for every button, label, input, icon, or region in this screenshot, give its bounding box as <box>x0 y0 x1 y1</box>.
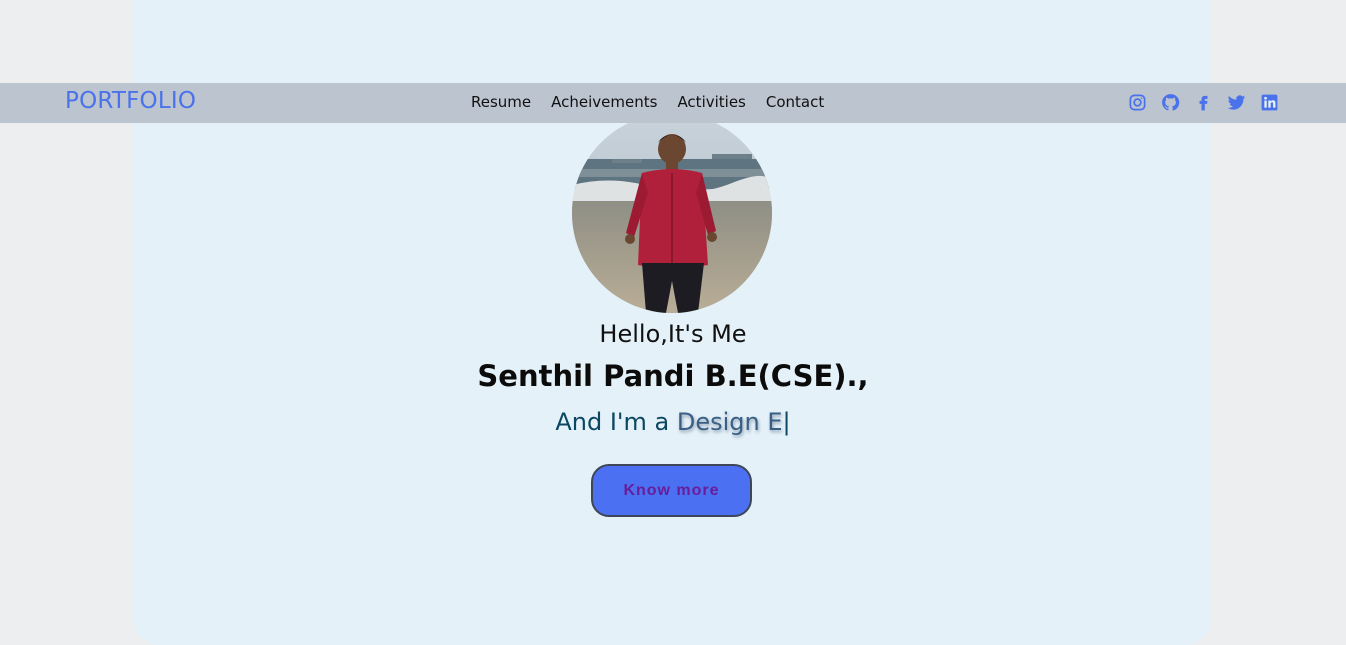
hero-greeting: Hello,It's Me <box>599 320 747 348</box>
nav-links: Resume Acheivements Activities Contact <box>471 93 824 111</box>
social-links <box>1128 93 1279 112</box>
nav-item-resume[interactable]: Resume <box>471 93 531 111</box>
github-icon[interactable] <box>1161 93 1180 112</box>
site-logo[interactable]: PORTFOLIO <box>65 88 196 114</box>
hero-name: Senthil Pandi B.E(CSE)., <box>477 359 869 393</box>
nav-item-acheivements[interactable]: Acheivements <box>551 93 657 111</box>
typing-cursor: | <box>782 408 791 436</box>
profile-avatar <box>572 113 772 313</box>
know-more-button[interactable]: Know more <box>591 464 752 517</box>
hero-role: And I'm a Design E| <box>0 408 1346 436</box>
facebook-icon[interactable] <box>1194 93 1213 112</box>
top-navbar: PORTFOLIO Resume Acheivements Activities… <box>0 83 1346 123</box>
nav-item-activities[interactable]: Activities <box>677 93 745 111</box>
linkedin-icon[interactable] <box>1260 93 1279 112</box>
instagram-icon[interactable] <box>1128 93 1147 112</box>
nav-item-contact[interactable]: Contact <box>766 93 824 111</box>
profile-photo <box>572 113 772 313</box>
twitter-icon[interactable] <box>1227 93 1246 112</box>
role-prefix: And I'm a <box>555 408 677 436</box>
role-typed-text: Design E <box>676 408 783 436</box>
